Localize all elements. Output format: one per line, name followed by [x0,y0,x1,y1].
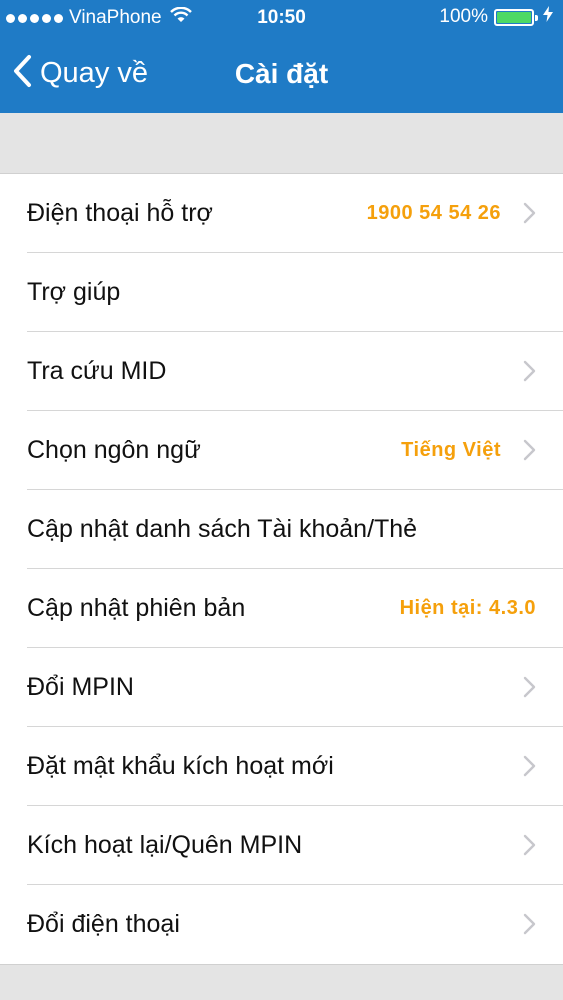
settings-item-label: Chọn ngôn ngữ [27,436,201,464]
chevron-right-icon [523,676,536,703]
settings-item-label: Điện thoại hỗ trợ [27,199,213,227]
battery-level [497,11,531,23]
battery-icon [494,8,538,26]
chevron-right-icon [523,360,536,387]
settings-item[interactable]: Đổi MPIN [0,648,563,727]
page-title: Cài đặt [0,58,563,90]
chevron-right-icon [523,834,536,861]
settings-item-label: Đổi MPIN [27,673,134,701]
settings-item-label: Tra cứu MID [27,357,167,385]
status-bar: VinaPhone 10:50 100% [0,0,563,36]
settings-item-value: Tiếng Việt [401,439,501,461]
page-title-text: Cài đặt [234,58,329,89]
chevron-right-icon [523,755,536,782]
settings-item-label: Đổi điện thoại [27,910,180,938]
status-right: 100% [439,6,553,28]
settings-item[interactable]: Cập nhật danh sách Tài khoản/Thẻ [0,490,563,569]
charging-icon [543,6,553,28]
settings-item[interactable]: Trợ giúp [0,253,563,332]
header-bar: VinaPhone 10:50 100% Quay về Cài đặt [0,0,563,113]
settings-item[interactable]: Tra cứu MID [0,332,563,411]
chevron-right-icon [523,913,536,940]
settings-item-label: Trợ giúp [27,278,121,306]
settings-item[interactable]: Chọn ngôn ngữ Tiếng Việt [0,411,563,490]
settings-item-value: Hiện tại: 4.3.0 [399,597,536,619]
settings-item[interactable]: Đổi điện thoại [0,885,563,964]
settings-item[interactable]: Cập nhật phiên bản Hiện tại: 4.3.0 [0,569,563,648]
settings-item-label: Cập nhật phiên bản [27,594,246,622]
battery-percent: 100% [439,6,488,27]
settings-item-label: Kích hoạt lại/Quên MPIN [27,831,303,859]
chevron-right-icon [523,202,536,229]
chevron-right-icon [523,439,536,466]
settings-list: Điện thoại hỗ trợ 1900 54 54 26 Trợ giúp Tr… [0,173,563,965]
settings-item[interactable]: Điện thoại hỗ trợ 1900 54 54 26 [0,174,563,253]
settings-item[interactable]: Đặt mật khẩu kích hoạt mới [0,727,563,806]
settings-item-label: Đặt mật khẩu kích hoạt mới [27,752,334,780]
settings-item[interactable]: Kích hoạt lại/Quên MPIN [0,806,563,885]
settings-item-value: 1900 54 54 26 [366,202,501,224]
navigation-bar: Quay về Cài đặt [0,40,563,110]
settings-item-label: Cập nhật danh sách Tài khoản/Thẻ [27,515,418,543]
